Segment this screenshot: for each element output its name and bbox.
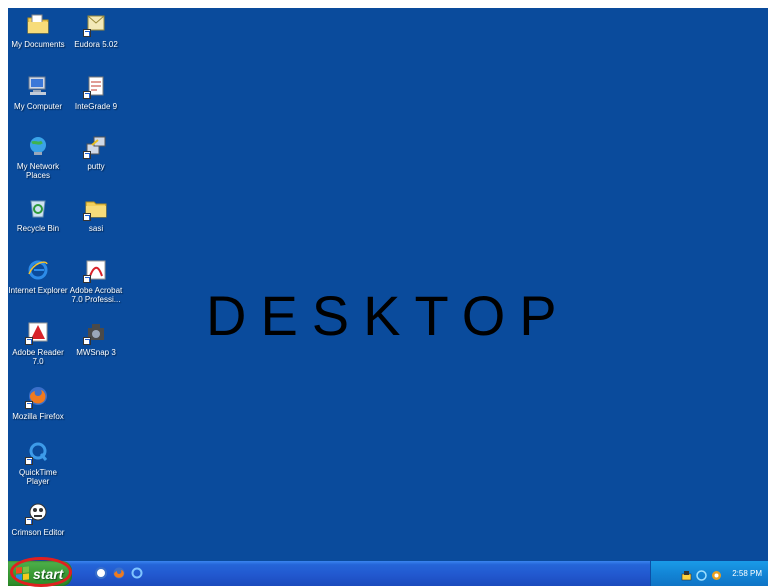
- shortcut-arrow-icon: [25, 401, 33, 409]
- integrade-icon: [83, 74, 108, 99]
- desktop-icon-sasi[interactable]: sasi: [64, 196, 128, 233]
- eudora-icon: [83, 12, 108, 37]
- internet-explorer-icon[interactable]: [130, 566, 144, 580]
- desktop-icon-adobe-reader[interactable]: Adobe Reader 7.0: [8, 320, 70, 366]
- shortcut-arrow-icon: [25, 517, 33, 525]
- start-button[interactable]: start: [8, 561, 72, 586]
- shortcut-arrow-icon: [83, 337, 91, 345]
- icon-label: Eudora 5.02: [74, 40, 118, 49]
- network-places-icon: [26, 134, 50, 158]
- desktop-icon-quicktime-player[interactable]: QuickTime Player: [8, 440, 70, 486]
- adobe-reader-icon: [25, 320, 50, 345]
- icon-label: InteGrade 9: [74, 102, 118, 111]
- firefox-icon[interactable]: [112, 566, 126, 580]
- folder-icon: [83, 196, 108, 221]
- icon-label: My Documents: [11, 40, 65, 49]
- icon-label: QuickTime Player: [19, 468, 57, 486]
- quicktime-icon: [25, 440, 50, 465]
- desktop-icon-my-documents[interactable]: My Documents: [8, 12, 70, 49]
- icon-label: Adobe Acrobat 7.0 Professi...: [69, 286, 123, 304]
- windows-logo-icon: [16, 566, 29, 581]
- shortcut-arrow-icon: [83, 151, 91, 159]
- volume-icon[interactable]: [711, 568, 722, 580]
- icon-label: Mozilla Firefox: [12, 412, 64, 421]
- icon-label: My Computer: [13, 102, 62, 111]
- clock[interactable]: 2:58 PM: [732, 569, 762, 578]
- icon-label: Recycle Bin: [16, 224, 60, 233]
- start-label: start: [33, 565, 64, 582]
- icon-label: Adobe Reader 7.0: [12, 348, 64, 366]
- icon-label: MWSnap 3: [76, 348, 116, 357]
- folder-documents-icon: [26, 12, 50, 36]
- desktop-icon-my-network-places[interactable]: My Network Places: [8, 134, 70, 180]
- shortcut-arrow-icon: [25, 457, 33, 465]
- desktop-icon-putty[interactable]: putty: [64, 134, 128, 171]
- adobe-acrobat-icon: [83, 258, 108, 283]
- shortcut-arrow-icon: [83, 213, 91, 221]
- security-icon[interactable]: [696, 568, 707, 581]
- icon-label: Internet Explorer: [8, 286, 68, 295]
- computer-icon: [26, 74, 50, 98]
- desktop-icon-mwsnap[interactable]: MWSnap 3: [64, 320, 128, 357]
- icon-label: putty: [87, 162, 105, 171]
- recycle-bin-icon: [26, 196, 50, 220]
- taskbar: start 2:58 PM: [8, 557, 768, 587]
- mwsnap-icon: [83, 320, 108, 345]
- desktop-heading: DESKTOP: [206, 284, 571, 347]
- desktop-icon-adobe-acrobat[interactable]: Adobe Acrobat 7.0 Professi...: [64, 258, 128, 304]
- show-desktop-icon[interactable]: [94, 566, 108, 580]
- icon-label: Crimson Editor: [11, 528, 65, 537]
- system-tray: 2:58 PM: [650, 561, 768, 586]
- icon-label: My Network Places: [16, 162, 60, 180]
- putty-icon: [83, 134, 108, 159]
- desktop-icon-internet-explorer[interactable]: Internet Explorer: [8, 258, 70, 295]
- icon-label: sasi: [88, 224, 104, 233]
- shortcut-arrow-icon: [83, 275, 91, 283]
- desktop-icon-crimson-editor[interactable]: Crimson Editor: [8, 500, 70, 537]
- crimson-editor-icon: [25, 500, 50, 525]
- desktop-icon-integrade[interactable]: InteGrade 9: [64, 74, 128, 111]
- desktop-icon-my-computer[interactable]: My Computer: [8, 74, 70, 111]
- shortcut-arrow-icon: [83, 29, 91, 37]
- quick-launch-bar: [94, 566, 144, 580]
- internet-explorer-icon: [26, 258, 50, 282]
- shortcut-arrow-icon: [83, 91, 91, 99]
- desktop[interactable]: My Documents My Computer My Network Plac…: [8, 8, 768, 561]
- shortcut-arrow-icon: [25, 337, 33, 345]
- firefox-icon: [25, 384, 50, 409]
- desktop-icon-recycle-bin[interactable]: Recycle Bin: [8, 196, 70, 233]
- network-icon[interactable]: [681, 568, 692, 581]
- desktop-icon-mozilla-firefox[interactable]: Mozilla Firefox: [8, 384, 70, 421]
- desktop-icon-eudora[interactable]: Eudora 5.02: [64, 12, 128, 49]
